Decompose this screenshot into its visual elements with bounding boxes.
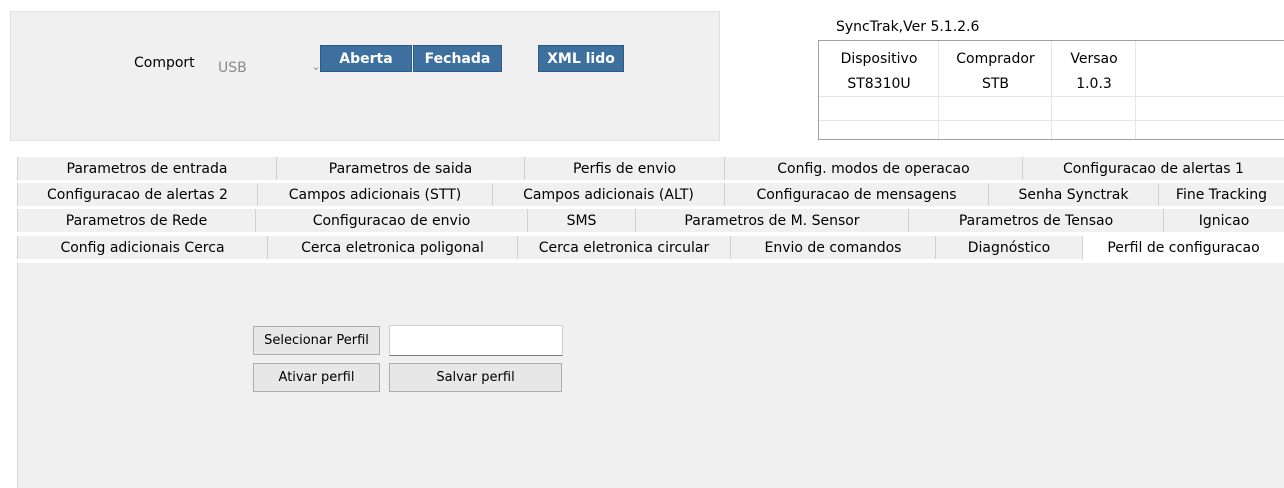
tab-cerca-circular[interactable]: Cerca eletronica circular bbox=[517, 236, 730, 259]
tab-tensao[interactable]: Parametros de Tensao bbox=[908, 209, 1163, 232]
table-cell: 1.0.3 bbox=[1076, 76, 1112, 92]
tab-m-sensor[interactable]: Parametros de M. Sensor bbox=[635, 209, 908, 232]
tab-config-mensagens[interactable]: Configuracao de mensagens bbox=[724, 183, 988, 206]
tab-config-cerca[interactable]: Config adicionais Cerca bbox=[17, 236, 267, 259]
tab-parametros-entrada[interactable]: Parametros de entrada bbox=[17, 157, 276, 180]
comport-panel: Comport USB ⌄ Aberta Fechada XML lido bbox=[10, 11, 720, 141]
table-header-cell: Dispositivo bbox=[840, 51, 918, 67]
tab-cerca-poligonal[interactable]: Cerca eletronica poligonal bbox=[267, 236, 517, 259]
tab-row-4: Config adicionais Cerca Cerca eletronica… bbox=[17, 236, 1284, 260]
tab-sms[interactable]: SMS bbox=[527, 209, 635, 232]
tab-perfil-configuracao[interactable]: Perfil de configuracao bbox=[1082, 236, 1284, 260]
tab-config-envio[interactable]: Configuracao de envio bbox=[255, 209, 527, 232]
tab-parametros-rede[interactable]: Parametros de Rede bbox=[17, 209, 255, 232]
tab-config-modos[interactable]: Config. modos de operacao bbox=[724, 157, 1022, 180]
tab-row-3: Parametros de Rede Configuracao de envio… bbox=[17, 209, 1284, 232]
tab-campos-alt[interactable]: Campos adicionais (ALT) bbox=[492, 183, 724, 206]
tab-campos-stt[interactable]: Campos adicionais (STT) bbox=[257, 183, 492, 206]
app-window: Comport USB ⌄ Aberta Fechada XML lido Sy… bbox=[0, 0, 1284, 488]
tab-alertas-1[interactable]: Configuracao de alertas 1 bbox=[1022, 157, 1284, 180]
save-profile-button[interactable]: Salvar perfil bbox=[389, 363, 562, 392]
comport-label: Comport bbox=[134, 55, 195, 71]
table-row-divider bbox=[819, 96, 1284, 97]
table-header-cell: Comprador bbox=[956, 51, 1035, 67]
tab-row-2: Configuracao de alertas 2 Campos adicion… bbox=[17, 183, 1284, 206]
tab-parametros-saida[interactable]: Parametros de saida bbox=[276, 157, 524, 180]
tab-envio-comandos[interactable]: Envio de comandos bbox=[730, 236, 935, 259]
tab-ignicao[interactable]: Ignicao bbox=[1163, 209, 1284, 232]
tab-alertas-2[interactable]: Configuracao de alertas 2 bbox=[17, 183, 257, 206]
table-cell: ST8310U bbox=[847, 76, 911, 92]
xml-read-button[interactable]: XML lido bbox=[538, 45, 624, 72]
profile-path-input[interactable] bbox=[389, 325, 563, 356]
tab-row-1: Parametros de entrada Parametros de said… bbox=[17, 157, 1284, 180]
tab-diagnostico[interactable]: Diagnóstico bbox=[935, 236, 1082, 259]
activate-profile-button[interactable]: Ativar perfil bbox=[253, 363, 380, 392]
table-cell: STB bbox=[981, 76, 1010, 92]
comport-select[interactable]: USB ⌄ bbox=[211, 55, 329, 82]
open-port-button[interactable]: Aberta bbox=[320, 45, 412, 72]
tab-senha-synctrak[interactable]: Senha Synctrak bbox=[988, 183, 1158, 206]
version-label: SyncTrak,Ver 5.1.2.6 bbox=[836, 19, 980, 35]
tab-perfis-envio[interactable]: Perfis de envio bbox=[524, 157, 724, 180]
select-profile-button[interactable]: Selecionar Perfil bbox=[253, 326, 380, 355]
comport-select-value: USB bbox=[218, 60, 247, 76]
table-header-cell: Versao bbox=[1070, 51, 1118, 67]
tab-content-perfil: Selecionar Perfil Ativar perfil Salvar p… bbox=[17, 263, 1284, 488]
device-info-table: Dispositivo Comprador Versao ST8310U STB… bbox=[818, 40, 1284, 140]
tab-fine-tracking[interactable]: Fine Tracking bbox=[1158, 183, 1284, 206]
close-port-button[interactable]: Fechada bbox=[413, 45, 502, 72]
table-row-divider bbox=[819, 120, 1284, 121]
